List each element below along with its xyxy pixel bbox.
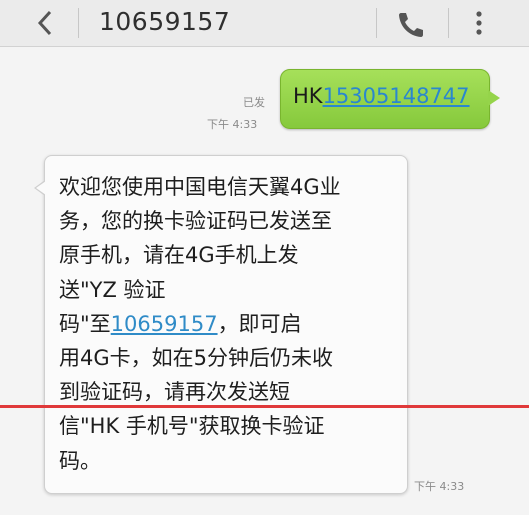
header-divider	[78, 8, 79, 38]
contact-title: 10659157	[99, 7, 231, 36]
message-time: 下午 4:33	[414, 480, 465, 493]
message-time: 下午 4:33	[207, 118, 258, 131]
message-line-start: 码"至	[59, 311, 111, 336]
message-line: 送"YZ 验证	[59, 277, 166, 302]
phone-icon	[399, 13, 423, 37]
message-line: 码"至10659157，即可启	[59, 307, 399, 341]
phone-number-link[interactable]: 15305148747	[323, 84, 470, 108]
header-divider	[448, 8, 449, 38]
message-line: 务，您的换卡验证码已发送至	[59, 209, 332, 234]
short-code-link[interactable]: 10659157	[111, 312, 218, 336]
red-annotation-line	[0, 405, 529, 408]
message-line: 码。	[59, 448, 101, 473]
incoming-message-bubble[interactable]: 欢迎您使用中国电信天翼4G业 务，您的换卡验证码已发送至 原手机，请在4G手机上…	[34, 155, 408, 494]
outgoing-message-text: HK15305148747	[293, 84, 470, 108]
overflow-menu-button[interactable]	[466, 6, 492, 40]
conversation-header: 10659157	[0, 0, 529, 47]
message-line: 欢迎您使用中国电信天翼4G业	[59, 175, 341, 199]
message-status: 已发	[243, 96, 265, 109]
incoming-message-text: 欢迎您使用中国电信天翼4G业 务，您的换卡验证码已发送至 原手机，请在4G手机上…	[59, 170, 399, 478]
outgoing-message-bubble[interactable]: HK15305148747	[280, 69, 500, 129]
message-line: 信"HK 手机号"获取换卡验证	[59, 414, 325, 439]
message-prefix: HK	[293, 84, 323, 108]
call-button[interactable]	[392, 6, 428, 40]
message-line: 原手机，请在4G手机上发	[59, 243, 299, 268]
message-line: 用4G卡，如在5分钟后仍未收	[59, 346, 333, 371]
back-button[interactable]	[30, 6, 66, 40]
header-divider	[376, 8, 377, 38]
message-line-end: ，即可启	[217, 311, 302, 336]
back-arrow-icon	[37, 10, 52, 36]
more-vert-icon	[476, 11, 482, 35]
